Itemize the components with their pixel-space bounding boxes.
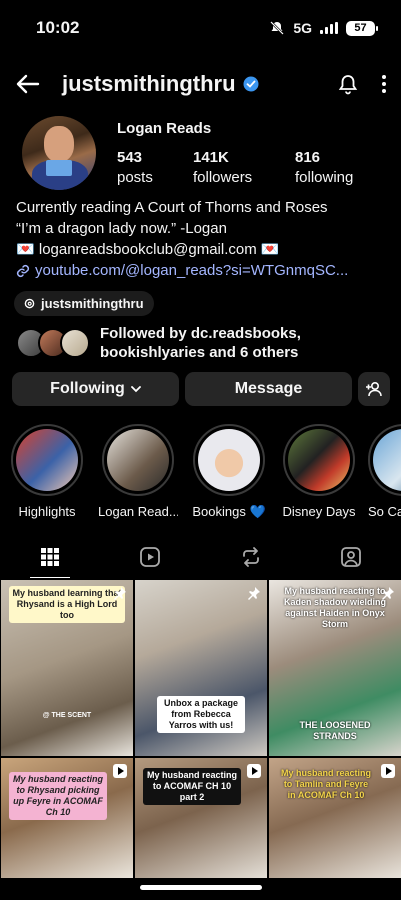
posts-count[interactable]: 543 posts xyxy=(117,148,153,188)
love-letter-icon: 💌 xyxy=(16,241,35,258)
post-thumbnail[interactable]: My husband reacting to Kaden shadow wiel… xyxy=(269,580,401,756)
followers-count[interactable]: 141K followers xyxy=(193,148,252,188)
post-caption: Unbox a package from Rebecca Yarros with… xyxy=(157,696,245,733)
mutual-avatars xyxy=(16,326,94,360)
profile-actions: Following Message xyxy=(12,372,390,406)
chevron-down-icon xyxy=(130,385,141,392)
post-caption: My husband reacting to Rhysand picking u… xyxy=(9,772,107,820)
post-caption: My husband reacting to ACOMAF CH 10 part… xyxy=(143,768,241,805)
profile-header: justsmithingthru xyxy=(0,62,401,106)
bell-mute-icon xyxy=(270,21,285,35)
bio-link[interactable]: youtube.com/@logan_reads?si=WTGnmqSC... xyxy=(16,260,391,281)
stat-label: following xyxy=(295,169,354,186)
threads-handle: justsmithingthru xyxy=(41,296,144,311)
post-caption: My husband reacting to Kaden shadow wiel… xyxy=(283,586,386,629)
threads-profile-chip[interactable]: justsmithingthru xyxy=(14,291,154,316)
add-person-icon xyxy=(366,381,382,397)
post-thumbnail[interactable]: Unbox a package from Rebecca Yarros with… xyxy=(135,580,267,756)
post-overlay-text: THE LOOSENED STRANDS xyxy=(299,720,371,741)
following-button[interactable]: Following xyxy=(12,372,179,406)
following-count[interactable]: 816 following xyxy=(295,148,353,188)
stat-value: 816 xyxy=(295,149,321,166)
link-icon xyxy=(16,264,30,277)
stat-label: followers xyxy=(193,169,253,186)
love-letter-icon: 💌 xyxy=(260,241,280,258)
more-options-icon[interactable] xyxy=(381,74,387,94)
content-tabs xyxy=(0,536,401,578)
post-thumbnail[interactable]: My husband reacting to Rhysand picking u… xyxy=(1,758,133,878)
bio-email: loganreadsbookclub@gmail.com xyxy=(38,241,257,258)
highlight-label: Highlights xyxy=(18,504,76,519)
signal-icon xyxy=(320,22,338,34)
bio: Currently reading A Court of Thorns and … xyxy=(16,197,391,281)
repost-icon xyxy=(242,547,259,567)
message-label: Message xyxy=(234,380,303,397)
notification-bell-icon[interactable] xyxy=(337,73,359,95)
post-thumbnail[interactable]: My husband reacting to ACOMAF CH 10 part… xyxy=(135,758,267,878)
reels-icon xyxy=(140,547,161,567)
pinned-icon xyxy=(248,587,260,600)
home-indicator[interactable] xyxy=(140,885,262,890)
threads-logo-icon xyxy=(24,298,35,309)
highlight-label: Disney Days xyxy=(282,504,356,519)
verified-badge-icon xyxy=(243,76,259,92)
post-thumbnail[interactable]: My husband learning that Rhysand is a Hi… xyxy=(1,580,133,756)
pinned-icon xyxy=(382,587,394,600)
highlight-label: Bookings 💙 xyxy=(192,504,266,519)
message-button[interactable]: Message xyxy=(185,372,352,406)
following-label: Following xyxy=(50,380,125,397)
posts-grid: My husband learning that Rhysand is a Hi… xyxy=(0,580,401,878)
highlight-item[interactable]: So Ca xyxy=(368,424,401,519)
post-caption: My husband reacting to Tamlin and Feyre … xyxy=(280,768,371,800)
profile-username: justsmithingthru xyxy=(62,71,236,96)
profile-summary: Logan Reads 543 posts 141K followers 816… xyxy=(22,116,392,196)
tagged-icon xyxy=(340,547,361,567)
stat-label: posts xyxy=(117,169,153,186)
network-label: 5G xyxy=(293,20,312,36)
highlight-label: So Ca xyxy=(368,504,401,519)
bio-line: Currently reading A Court of Thorns and … xyxy=(16,199,328,216)
pinned-icon xyxy=(114,587,126,600)
bio-email-line: 💌 loganreadsbookclub@gmail.com 💌 xyxy=(16,239,391,260)
display-name: Logan Reads xyxy=(117,120,212,137)
bio-link-text: youtube.com/@logan_reads?si=WTGnmqSC... xyxy=(35,262,349,279)
highlight-item[interactable]: Disney Days xyxy=(279,424,359,519)
tab-posts-grid[interactable] xyxy=(0,536,100,578)
followed-by-text: bookishlyaries and 6 others xyxy=(100,344,299,361)
followed-by-text: Followed by dc.readsbooks, xyxy=(100,325,301,342)
back-arrow-icon[interactable] xyxy=(14,70,42,98)
highlight-item[interactable]: Logan Read... xyxy=(98,424,178,519)
reel-icon xyxy=(381,764,395,778)
mutual-followers[interactable]: Followed by dc.readsbooks, bookishlyarie… xyxy=(16,323,391,363)
tab-reels[interactable] xyxy=(100,536,200,578)
suggested-people-button[interactable] xyxy=(358,372,390,406)
stat-value: 141K xyxy=(193,149,229,166)
highlight-item[interactable]: Highlights xyxy=(7,424,87,519)
highlight-item[interactable]: Bookings 💙 xyxy=(189,424,269,520)
post-thumbnail[interactable]: My husband reacting to Tamlin and Feyre … xyxy=(269,758,401,878)
post-caption: My husband learning that Rhysand is a Hi… xyxy=(9,586,125,623)
status-time: 10:02 xyxy=(36,18,80,37)
battery-icon: 57 xyxy=(346,20,378,36)
battery-level: 57 xyxy=(354,22,367,34)
reel-icon xyxy=(113,764,127,778)
reel-icon xyxy=(247,764,261,778)
stat-value: 543 xyxy=(117,149,143,166)
grid-icon xyxy=(41,548,60,566)
avatar[interactable] xyxy=(22,116,96,190)
post-overlay-text: @ THE SCENT xyxy=(42,712,92,719)
status-icons: 5G 57 xyxy=(269,20,378,36)
tab-tagged[interactable] xyxy=(301,536,401,578)
bio-line: “I’m a dragon lady now.” -Logan xyxy=(16,220,227,237)
highlight-label: Logan Read... xyxy=(98,504,178,519)
story-highlights: Highlights Logan Read... Bookings 💙 Disn… xyxy=(0,424,401,524)
tab-reposts[interactable] xyxy=(201,536,301,578)
status-bar: 10:02 5G 57 xyxy=(0,0,401,56)
